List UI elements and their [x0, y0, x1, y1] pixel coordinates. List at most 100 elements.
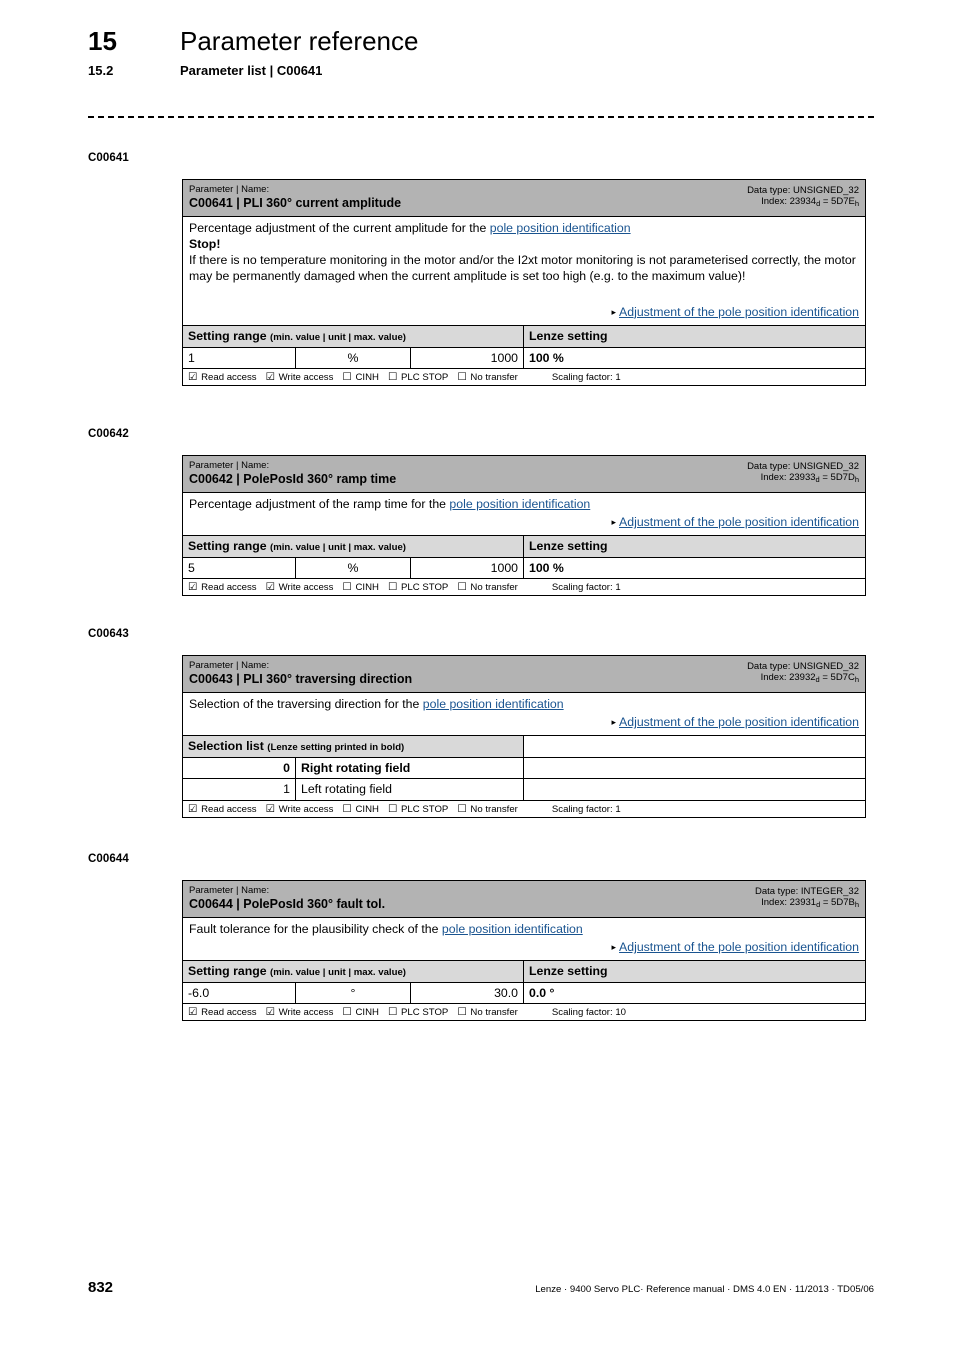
- section-title: Parameter list | C00641: [180, 63, 323, 78]
- write-access-flag-label: Write access: [278, 804, 334, 816]
- cinh-flag[interactable]: ☐ CINH: [342, 371, 379, 383]
- plc-stop-flag[interactable]: ☐ PLC STOP: [388, 581, 448, 593]
- parameter-data-type: Data type: UNSIGNED_32: [747, 185, 859, 196]
- cinh-flag[interactable]: ☐ CINH: [342, 581, 379, 593]
- setting-range-header: Setting range (min. value | unit | max. …: [183, 325, 524, 347]
- cinh-flag-checkbox-icon[interactable]: ☐: [342, 371, 351, 383]
- read-access-flag[interactable]: ☑ Read access: [188, 1006, 257, 1018]
- plc-stop-flag-checkbox-icon[interactable]: ☐: [388, 371, 397, 383]
- cinh-flag-checkbox-icon[interactable]: ☐: [342, 1006, 351, 1018]
- parameter-name: C00642 | PolePosId 360° ramp time: [189, 472, 397, 487]
- description-lead-line: Percentage adjustment of the ramp time f…: [189, 497, 859, 513]
- cinh-flag-label: CINH: [355, 372, 379, 384]
- read-access-flag-label: Read access: [201, 1007, 257, 1019]
- index-decimal-subscript: d: [816, 199, 821, 209]
- read-access-flag-label: Read access: [201, 804, 257, 816]
- cinh-flag-checkbox-icon[interactable]: ☐: [342, 803, 351, 815]
- plc-stop-flag-checkbox-icon[interactable]: ☐: [388, 581, 397, 593]
- read-access-flag-checkbox-icon[interactable]: ☑: [188, 1006, 197, 1018]
- plc-stop-flag-checkbox-icon[interactable]: ☐: [388, 1006, 397, 1018]
- warning-body: If there is no temperature monitoring in…: [189, 252, 856, 283]
- no-transfer-flag-checkbox-icon[interactable]: ☐: [457, 803, 466, 815]
- max-value-cell: 1000: [411, 347, 524, 369]
- parameter-identity: Parameter | Name: C00644 | PolePosId 360°…: [189, 885, 385, 912]
- read-access-flag[interactable]: ☑ Read access: [188, 581, 257, 593]
- no-transfer-flag[interactable]: ☐ No transfer: [457, 581, 518, 593]
- triangle-right-icon: ▸: [611, 716, 617, 727]
- no-transfer-flag[interactable]: ☐ No transfer: [457, 1006, 518, 1018]
- no-transfer-flag-checkbox-icon[interactable]: ☐: [457, 371, 466, 383]
- pole-position-identification-link[interactable]: pole position identification: [423, 697, 564, 711]
- scaling-factor-label: Scaling factor: 1: [551, 371, 621, 383]
- parameter-code-label: C00642: [88, 428, 129, 440]
- adjustment-cross-reference-link[interactable]: Adjustment of the pole position identifi…: [619, 305, 859, 319]
- no-transfer-flag-checkbox-icon[interactable]: ☐: [457, 1006, 466, 1018]
- page-number: 832: [88, 1279, 114, 1296]
- adjustment-cross-reference-link[interactable]: Adjustment of the pole position identifi…: [619, 515, 859, 529]
- pole-position-identification-link[interactable]: pole position identification: [442, 922, 583, 936]
- setting-range-header-row: Setting range (min. value | unit | max. …: [183, 324, 865, 347]
- parameter-kicker: Parameter | Name:: [189, 460, 270, 471]
- write-access-flag-checkbox-icon[interactable]: ☑: [266, 803, 275, 815]
- adjustment-cross-reference-link[interactable]: Adjustment of the pole position identifi…: [619, 940, 859, 954]
- write-access-flag[interactable]: ☑ Write access: [266, 371, 334, 383]
- pole-position-identification-link[interactable]: pole position identification: [490, 221, 631, 235]
- header-divider: [88, 116, 874, 118]
- write-access-flag[interactable]: ☑ Write access: [266, 1006, 334, 1018]
- no-transfer-flag[interactable]: ☐ No transfer: [457, 371, 518, 383]
- lenze-setting-value-cell: 100 %: [529, 560, 564, 575]
- parameter-name: C00641 | PLI 360° current amplitude: [189, 196, 402, 211]
- description-lead-text: Fault tolerance for the plausibility che…: [189, 921, 442, 936]
- scaling-factor-label: Scaling factor: 1: [551, 803, 621, 815]
- lenze-setting-value-cell: 0.0 °: [529, 985, 555, 1000]
- write-access-flag-checkbox-icon[interactable]: ☑: [266, 1006, 275, 1018]
- pole-position-identification-link[interactable]: pole position identification: [449, 497, 590, 511]
- write-access-flag-checkbox-icon[interactable]: ☑: [266, 581, 275, 593]
- parameter-kicker: Parameter | Name:: [189, 885, 270, 896]
- write-access-flag[interactable]: ☑ Write access: [266, 581, 334, 593]
- parameter-index: Index: 23932d = 5D7Ch: [747, 672, 859, 684]
- read-access-flag-checkbox-icon[interactable]: ☑: [188, 581, 197, 593]
- write-access-flag[interactable]: ☑ Write access: [266, 803, 334, 815]
- no-transfer-flag-checkbox-icon[interactable]: ☐: [457, 581, 466, 593]
- parameter-table-header: Parameter | Name: C00644 | PolePosId 360°…: [183, 881, 865, 918]
- plc-stop-flag[interactable]: ☐ PLC STOP: [388, 371, 448, 383]
- parameter-code-label: C00641: [88, 152, 129, 164]
- triangle-right-icon: ▸: [611, 941, 617, 952]
- parameter-meta: Data type: UNSIGNED_32 Index: 23933d = 5D…: [747, 460, 859, 484]
- option-blank-cell: [524, 779, 865, 801]
- no-transfer-flag-label: No transfer: [470, 582, 518, 594]
- index-hex-subscript: h: [854, 199, 859, 209]
- no-transfer-flag[interactable]: ☐ No transfer: [457, 803, 518, 815]
- plc-stop-flag[interactable]: ☐ PLC STOP: [388, 803, 448, 815]
- parameter-code-label: C00643: [88, 628, 129, 640]
- page-footer: 832 Lenze · 9400 Servo PLC· Reference ma…: [88, 1279, 874, 1296]
- selection-list-option-row[interactable]: 0 Right rotating field: [183, 756, 865, 779]
- option-label-cell: Left rotating field: [296, 779, 524, 801]
- cinh-flag-checkbox-icon[interactable]: ☐: [342, 581, 351, 593]
- index-hex: = 5D7B: [820, 897, 855, 909]
- setting-range-header: Setting range (min. value | unit | max. …: [183, 535, 524, 557]
- warning-title: Stop!: [189, 236, 221, 251]
- cinh-flag-label: CINH: [355, 1007, 379, 1019]
- adjustment-cross-reference-link[interactable]: Adjustment of the pole position identifi…: [619, 715, 859, 729]
- read-access-flag[interactable]: ☑ Read access: [188, 803, 257, 815]
- parameter-index: Index: 23933d = 5D7Dh: [747, 472, 859, 484]
- plc-stop-flag-checkbox-icon[interactable]: ☐: [388, 803, 397, 815]
- cinh-flag[interactable]: ☐ CINH: [342, 1006, 379, 1018]
- read-access-flag-checkbox-icon[interactable]: ☑: [188, 371, 197, 383]
- parameter-data-type: Data type: UNSIGNED_32: [747, 461, 859, 472]
- cross-reference-row: ▸ Adjustment of the pole position identif…: [189, 715, 859, 731]
- section-number: 15.2: [88, 63, 114, 78]
- parameter-table: Parameter | Name: C00643 | PLI 360° trave…: [182, 655, 866, 819]
- option-value-cell: 1: [183, 779, 296, 801]
- read-access-flag[interactable]: ☑ Read access: [188, 371, 257, 383]
- write-access-flag-checkbox-icon[interactable]: ☑: [266, 371, 275, 383]
- selection-list-option-row[interactable]: 1 Left rotating field: [183, 778, 865, 801]
- index-decimal-subscript: d: [816, 900, 821, 910]
- no-transfer-flag-label: No transfer: [470, 372, 518, 384]
- plc-stop-flag[interactable]: ☐ PLC STOP: [388, 1006, 448, 1018]
- cinh-flag[interactable]: ☐ CINH: [342, 803, 379, 815]
- read-access-flag-checkbox-icon[interactable]: ☑: [188, 803, 197, 815]
- write-access-flag-label: Write access: [278, 1007, 334, 1019]
